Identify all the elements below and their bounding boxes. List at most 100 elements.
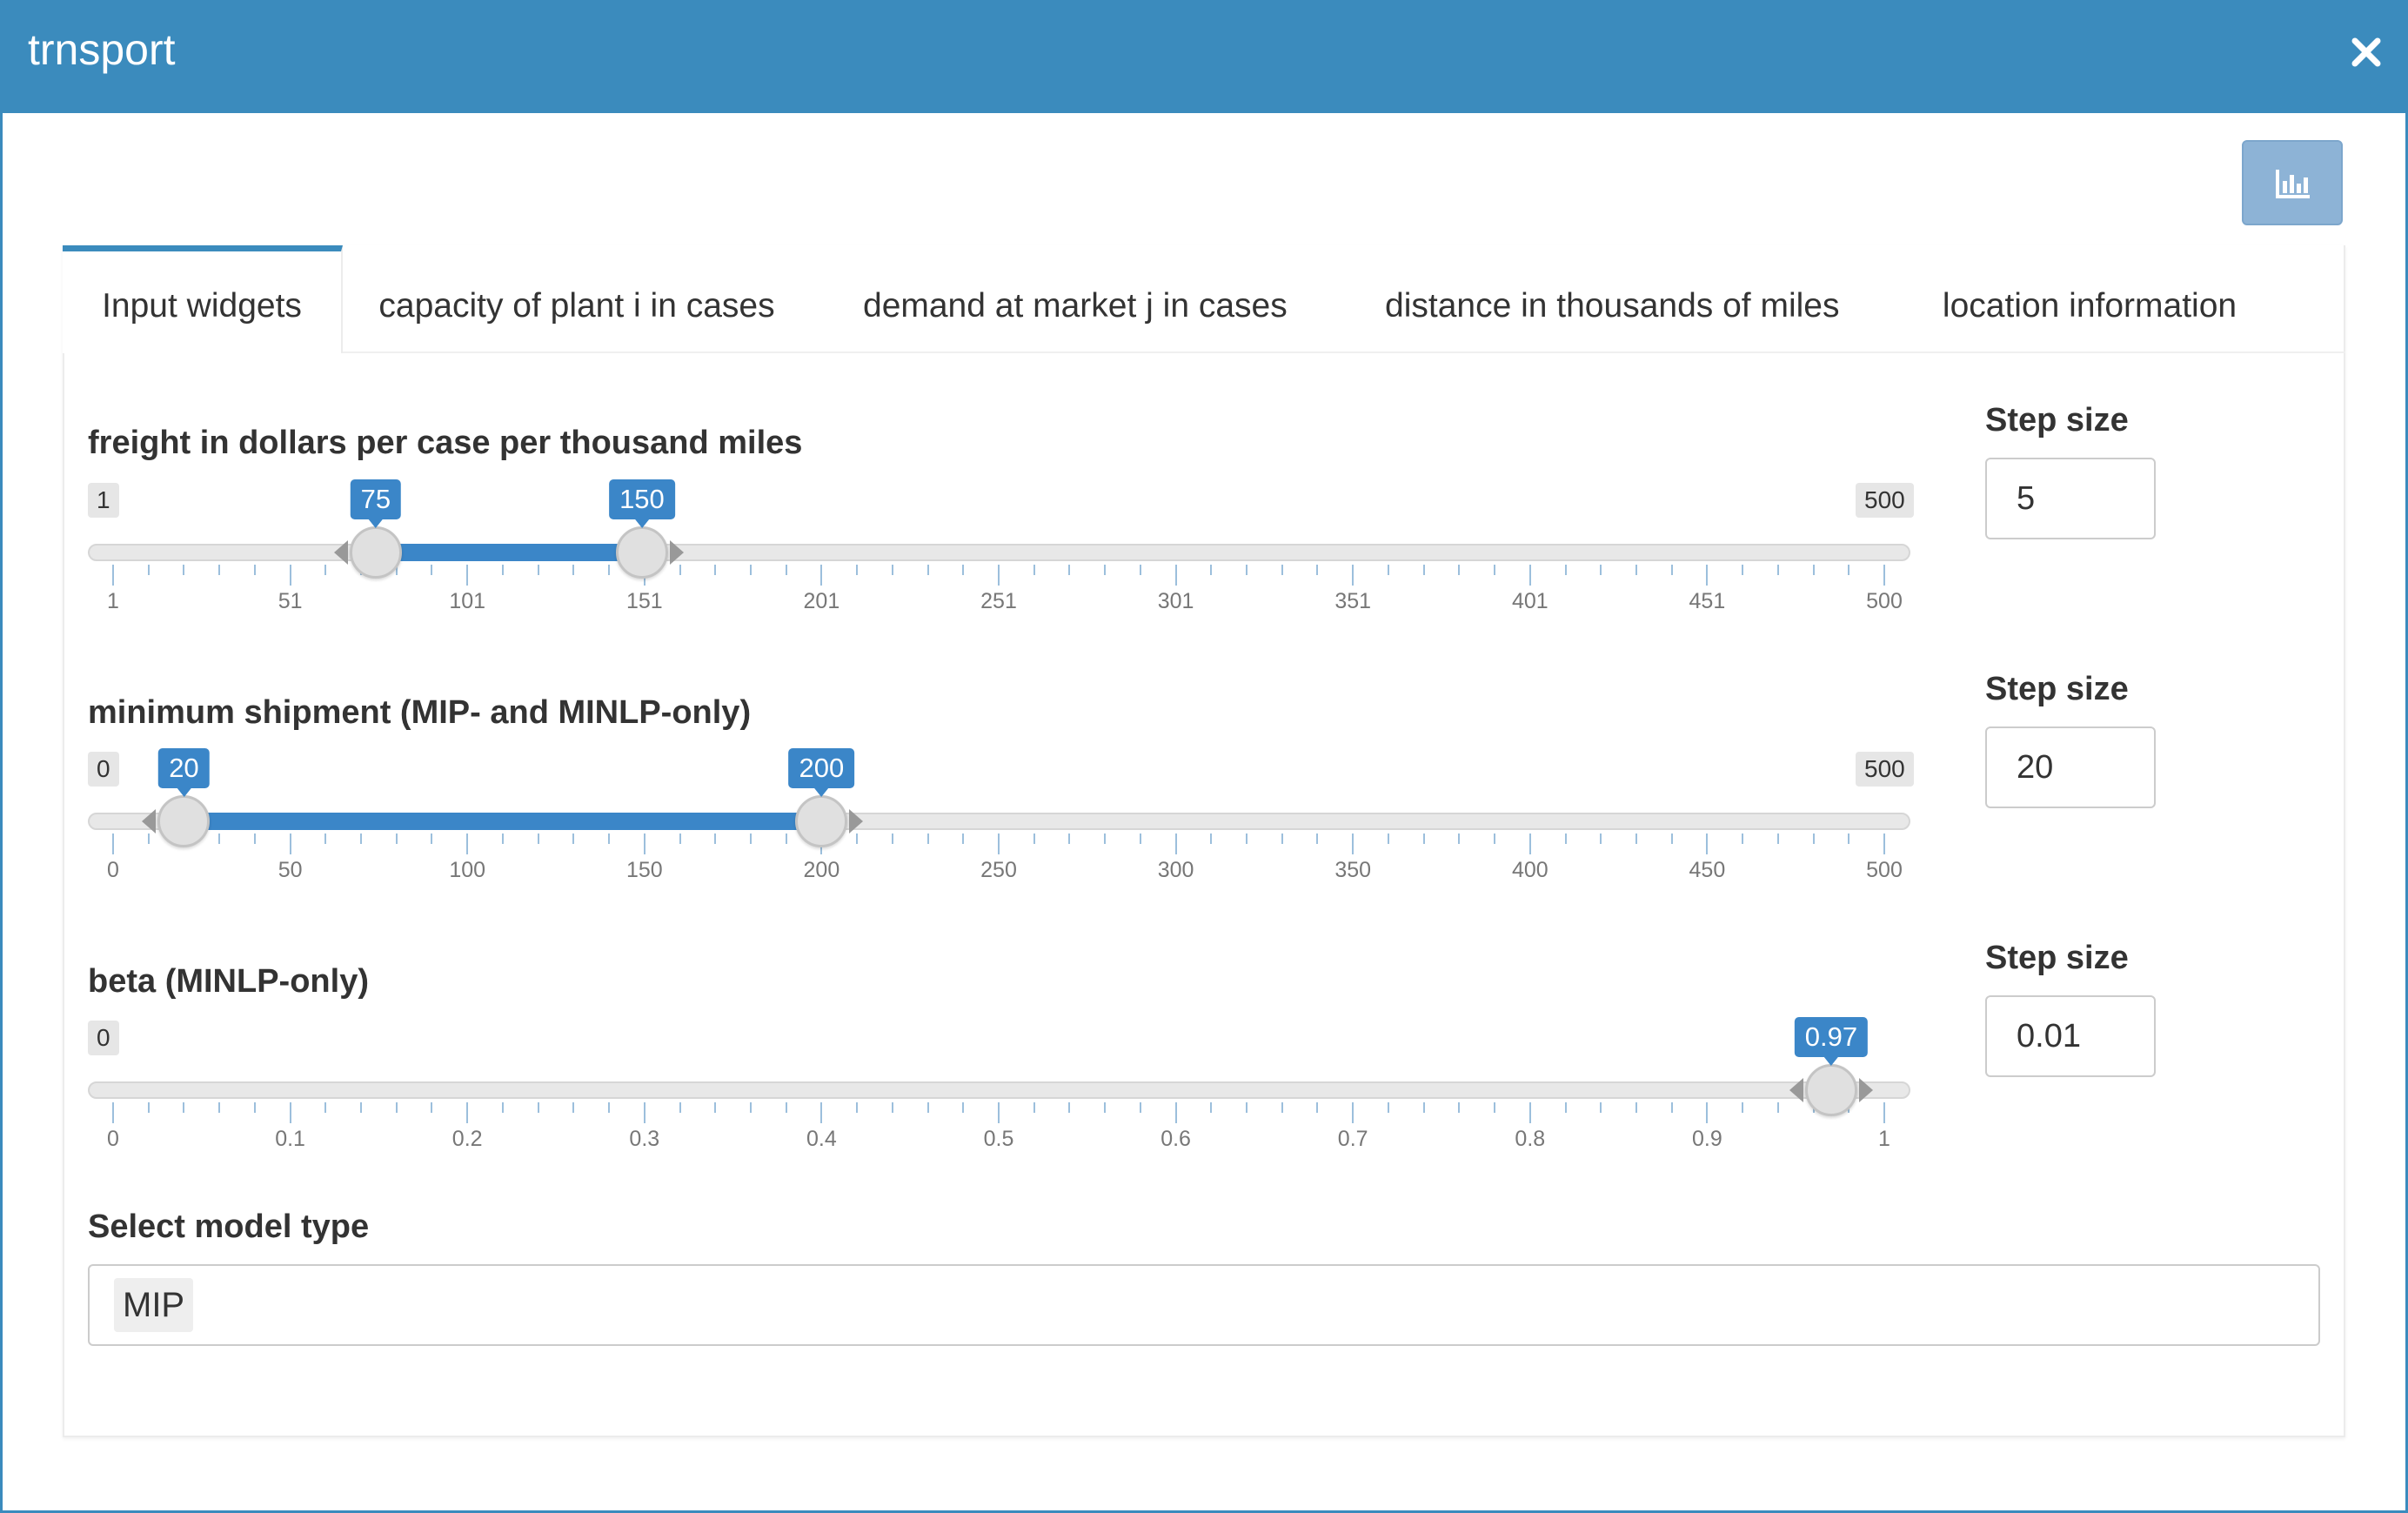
slider-freight-minor-tick xyxy=(714,565,717,575)
slider-freight-minor-tick xyxy=(1316,565,1319,575)
slider-min-shipment-minor-tick xyxy=(1246,833,1248,844)
slider-min-shipment-minor-tick xyxy=(1422,833,1425,844)
model-type-select[interactable]: MIP xyxy=(88,1264,2320,1346)
slider-beta-tick-label: 0.9 xyxy=(1692,1127,1722,1151)
slider-freight-minor-tick xyxy=(218,565,221,575)
slider-beta-major-tick xyxy=(1174,1102,1177,1123)
slider-min-shipment-max: 500 xyxy=(1856,752,1914,787)
slider-freight-minor-tick xyxy=(891,565,893,575)
slider-freight-minor-tick xyxy=(1776,565,1779,575)
slider-beta-minor-tick xyxy=(572,1102,575,1113)
window-title: trnsport xyxy=(28,25,176,74)
slider-beta-minor-tick xyxy=(1564,1102,1567,1113)
slider-freight-to-handle[interactable] xyxy=(615,526,668,579)
tab-input-widgets[interactable]: Input widgets xyxy=(63,245,343,353)
slider-min-shipment-minor-tick xyxy=(714,833,717,844)
slider-freight-to-arrow xyxy=(669,540,684,565)
slider-freight-minor-tick xyxy=(1422,565,1425,575)
slider-freight-from-value: 75 xyxy=(350,479,402,528)
slider-min-shipment-minor-tick xyxy=(1812,833,1815,844)
slider-min-shipment-minor-tick xyxy=(1033,833,1035,844)
slider-freight-minor-tick xyxy=(1494,565,1496,575)
slider-freight-major-tick xyxy=(998,565,1000,586)
slider-beta-tick-label: 0.6 xyxy=(1161,1127,1191,1151)
slider-freight-minor-tick xyxy=(856,565,859,575)
slider-freight-min: 1 xyxy=(88,483,119,518)
slider-beta-minor-tick xyxy=(537,1102,539,1113)
slider-min-shipment-minor-tick xyxy=(856,833,859,844)
slider-min-shipment-range-bar[interactable] xyxy=(184,813,822,830)
slider-freight-minor-tick xyxy=(962,565,965,575)
slider-beta-minor-tick xyxy=(1104,1102,1107,1113)
slider-min-shipment-major-tick xyxy=(1706,833,1709,854)
slider-freight-tick-label: 201 xyxy=(803,589,840,613)
tab-demand[interactable]: demand at market j in cases xyxy=(863,245,1288,353)
slider-min-shipment-major-tick xyxy=(466,833,469,854)
slider-freight-range-bar[interactable] xyxy=(375,544,642,561)
slider-min-shipment-minor-tick xyxy=(1068,833,1071,844)
close-button[interactable] xyxy=(2340,26,2392,78)
step-size-label-min-shipment: Step size xyxy=(1985,671,2129,707)
slider-freight-minor-tick xyxy=(608,565,611,575)
slider-freight-minor-tick xyxy=(1600,565,1602,575)
slider-beta-track[interactable] xyxy=(88,1081,1910,1099)
slider-freight-tick-label: 401 xyxy=(1511,589,1548,613)
slider-min-shipment-from-handle[interactable] xyxy=(157,795,211,847)
slider-beta-minor-tick xyxy=(926,1102,929,1113)
slider-beta-minor-tick xyxy=(1458,1102,1461,1113)
slider-beta-handle[interactable] xyxy=(1804,1064,1857,1116)
slider-freight-to-value: 150 xyxy=(609,479,675,528)
slider-beta-minor-tick xyxy=(1281,1102,1283,1113)
tab-location[interactable]: location information xyxy=(1916,245,2264,353)
slider-beta-minor-tick xyxy=(360,1102,363,1113)
slider-beta-minor-tick xyxy=(501,1102,504,1113)
slider-beta-major-tick xyxy=(1706,1102,1709,1123)
slider-beta-minor-tick xyxy=(1316,1102,1319,1113)
tab-capacity[interactable]: capacity of plant i in cases xyxy=(364,245,790,353)
model-type-label: Select model type xyxy=(88,1208,370,1245)
slider-freight-minor-tick xyxy=(1458,565,1461,575)
slider-beta-tick-label: 0.5 xyxy=(983,1127,1014,1151)
slider-freight-from-handle[interactable] xyxy=(349,526,402,579)
slider-freight-minor-tick xyxy=(1848,565,1850,575)
slider-freight-major-tick xyxy=(1174,565,1177,586)
slider-min-shipment-from-value: 20 xyxy=(158,748,210,797)
slider-beta-minor-tick xyxy=(1776,1102,1779,1113)
slider-freight-tick-label: 251 xyxy=(980,589,1017,613)
slider-freight-minor-tick xyxy=(679,565,681,575)
slider-freight-tick-label: 1 xyxy=(107,589,119,613)
slider-beta-major-tick xyxy=(289,1102,291,1123)
slider-min-shipment-to-handle[interactable] xyxy=(795,795,848,847)
slider-beta-minor-tick xyxy=(714,1102,717,1113)
slider-freight-minor-tick xyxy=(147,565,150,575)
chart-view-button[interactable] xyxy=(2242,140,2343,225)
step-size-input-min-shipment[interactable] xyxy=(1985,726,2156,808)
slider-beta-minor-tick xyxy=(679,1102,681,1113)
slider-min-shipment-minor-tick xyxy=(891,833,893,844)
slider-beta-right-arrow xyxy=(1858,1078,1873,1102)
tab-distance[interactable]: distance in thousands of miles xyxy=(1385,245,1839,353)
slider-freight-minor-tick xyxy=(749,565,752,575)
slider-beta-minor-tick xyxy=(856,1102,859,1113)
slider-freight-minor-tick xyxy=(785,565,787,575)
slider-beta-minor-tick xyxy=(785,1102,787,1113)
slider-beta-minor-tick xyxy=(1742,1102,1744,1113)
slider-min-shipment-minor-tick xyxy=(926,833,929,844)
step-size-input-freight[interactable] xyxy=(1985,458,2156,539)
slider-freight-minor-tick xyxy=(1742,565,1744,575)
step-size-input-beta[interactable] xyxy=(1985,995,2156,1077)
slider-beta-minor-tick xyxy=(891,1102,893,1113)
slider-freight-major-tick xyxy=(1528,565,1531,586)
slider-freight-major-tick xyxy=(289,565,291,586)
slider-min-shipment-minor-tick xyxy=(431,833,433,844)
slider-freight-minor-tick xyxy=(1033,565,1035,575)
slider-beta-major-tick xyxy=(1883,1102,1885,1123)
slider-freight-from-arrow xyxy=(333,540,348,565)
slider-freight-minor-tick xyxy=(537,565,539,575)
slider-min-shipment-minor-tick xyxy=(1600,833,1602,844)
tab-bar: Input widgets capacity of plant i in cas… xyxy=(63,245,2345,353)
slider-beta-min: 0 xyxy=(88,1021,119,1055)
slider-beta-tick-label: 0.4 xyxy=(806,1127,837,1151)
slider-min-shipment-minor-tick xyxy=(1281,833,1283,844)
slider-freight-major-tick xyxy=(466,565,469,586)
